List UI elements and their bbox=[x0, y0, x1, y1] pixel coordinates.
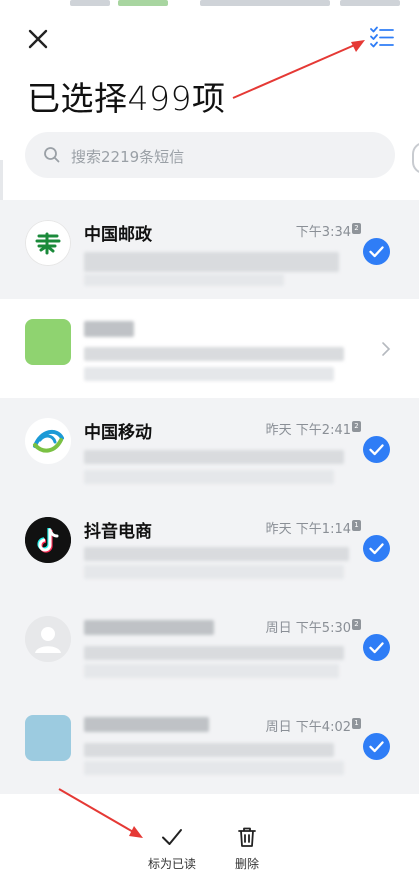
message-preview bbox=[84, 547, 349, 561]
default-avatar-icon bbox=[25, 616, 71, 662]
sim-badge: 1 bbox=[352, 520, 361, 531]
mark-read-label: 标为已读 bbox=[147, 857, 196, 871]
edge-handle bbox=[412, 142, 419, 174]
page-title: 已选择499项 bbox=[27, 79, 226, 118]
sender-name bbox=[84, 717, 209, 732]
status-bar bbox=[0, 0, 419, 10]
mark-read-button[interactable]: 标为已读 bbox=[137, 825, 207, 872]
search-input[interactable]: 搜索2219条短信 bbox=[25, 132, 395, 178]
message-row[interactable]: 周日 下午4:02 1 bbox=[0, 695, 419, 794]
selected-checkbox[interactable] bbox=[363, 733, 390, 760]
message-preview bbox=[84, 470, 334, 484]
search-placeholder: 搜索2219条短信 bbox=[71, 148, 185, 166]
sender-name bbox=[84, 620, 214, 635]
check-icon bbox=[369, 642, 384, 654]
search-icon bbox=[44, 147, 60, 163]
message-preview bbox=[84, 274, 284, 286]
close-button[interactable] bbox=[25, 26, 51, 52]
message-time: 周日 下午4:02 bbox=[265, 720, 351, 735]
bottom-action-bar: 标为已读 删除 bbox=[0, 805, 419, 883]
message-preview bbox=[84, 252, 339, 272]
check-icon bbox=[369, 741, 384, 753]
select-all-icon bbox=[370, 26, 394, 48]
avatar bbox=[25, 418, 71, 464]
delete-button[interactable]: 删除 bbox=[212, 825, 282, 872]
china-post-logo-icon bbox=[26, 221, 70, 265]
message-preview bbox=[84, 450, 344, 464]
message-time: 昨天 下午1:14 bbox=[265, 522, 351, 537]
sender-name: 中国移动 bbox=[84, 423, 152, 443]
close-icon bbox=[28, 29, 48, 49]
message-row[interactable] bbox=[0, 299, 419, 398]
sim-badge: 2 bbox=[352, 421, 361, 432]
sender-name: 中国邮政 bbox=[84, 225, 152, 245]
message-preview bbox=[84, 761, 344, 775]
check-icon bbox=[369, 246, 384, 258]
delete-label: 删除 bbox=[234, 857, 259, 871]
selected-checkbox[interactable] bbox=[363, 436, 390, 463]
top-bar bbox=[0, 18, 419, 58]
selected-checkbox[interactable] bbox=[363, 238, 390, 265]
message-preview bbox=[84, 367, 334, 381]
sim-badge: 2 bbox=[352, 619, 361, 630]
avatar bbox=[25, 715, 71, 761]
douyin-logo-icon bbox=[25, 517, 71, 563]
message-time: 昨天 下午2:41 bbox=[265, 423, 351, 438]
avatar bbox=[25, 220, 71, 266]
message-row[interactable]: 周日 下午5:30 2 bbox=[0, 596, 419, 695]
message-preview bbox=[84, 347, 344, 361]
message-preview bbox=[84, 743, 334, 757]
avatar bbox=[25, 616, 71, 662]
selected-checkbox[interactable] bbox=[363, 634, 390, 661]
message-preview bbox=[84, 664, 339, 678]
message-row[interactable]: 中国移动 昨天 下午2:41 2 bbox=[0, 398, 419, 497]
avatar bbox=[25, 319, 71, 365]
sender-name: 抖音电商 bbox=[84, 522, 152, 542]
select-all-button[interactable] bbox=[369, 24, 395, 50]
sim-badge: 1 bbox=[352, 718, 361, 729]
chevron-right-icon[interactable] bbox=[380, 341, 392, 357]
message-row[interactable]: 中国邮政 下午3:34 2 bbox=[0, 200, 419, 299]
message-time: 周日 下午5:30 bbox=[265, 621, 351, 636]
avatar bbox=[25, 517, 71, 563]
message-preview bbox=[84, 565, 344, 579]
sender-name bbox=[84, 321, 134, 337]
check-icon bbox=[369, 543, 384, 555]
check-icon bbox=[369, 444, 384, 456]
message-row[interactable]: 抖音电商 昨天 下午1:14 1 bbox=[0, 497, 419, 596]
trash-icon bbox=[238, 827, 256, 847]
china-mobile-logo-icon bbox=[26, 419, 70, 463]
sim-badge: 2 bbox=[352, 223, 361, 234]
selected-checkbox[interactable] bbox=[363, 535, 390, 562]
message-time: 下午3:34 bbox=[295, 225, 351, 240]
message-preview bbox=[84, 646, 344, 660]
check-icon bbox=[162, 829, 182, 845]
